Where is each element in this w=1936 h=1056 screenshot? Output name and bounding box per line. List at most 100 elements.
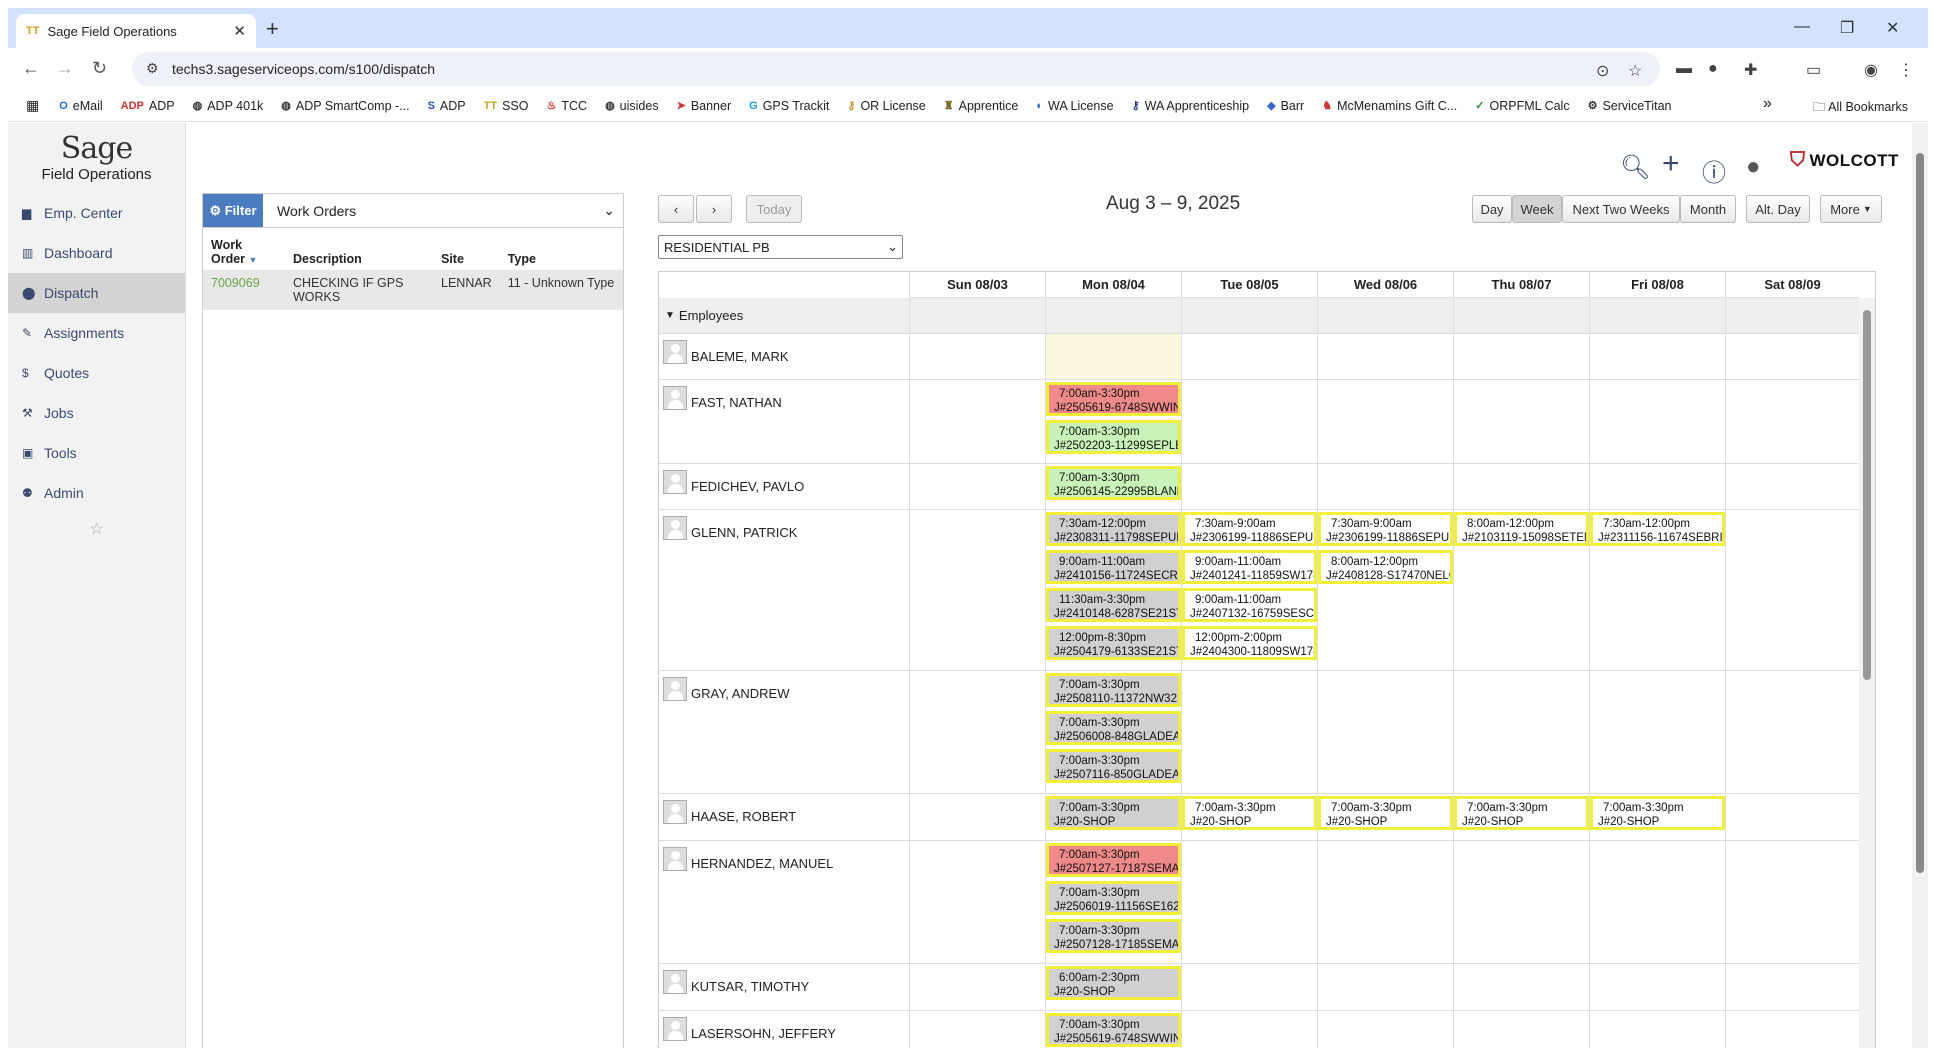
event-block[interactable]: 7:30am-12:00pm J#2308311-11798SEPUNC — [1046, 512, 1181, 546]
event-block[interactable]: 7:00am-3:30pm J#2506019-11156SE162N — [1046, 881, 1181, 915]
event-block[interactable]: 7:00am-3:30pm J#2505619-6748SWWIND — [1046, 1013, 1181, 1047]
event-block[interactable]: 7:00am-3:30pm J#2508110-11372NW321S — [1046, 673, 1181, 707]
employee-name[interactable]: KUTSAR, TIMOTHY — [663, 970, 809, 994]
event-block[interactable]: 7:30am-9:00am J#2306199-11886SEPUNC — [1318, 512, 1453, 546]
sidebar-item-dispatch[interactable]: ⬤ Dispatch — [8, 273, 185, 313]
add-icon[interactable]: + — [1662, 147, 1680, 181]
scrollbar-thumb[interactable] — [1916, 153, 1924, 873]
bookmark[interactable]: ♨ TCC — [546, 99, 587, 113]
view-day-button[interactable]: Day — [1472, 195, 1512, 223]
employee-name[interactable]: FAST, NATHAN — [663, 386, 782, 410]
bookmark[interactable]: ◍ ADP 401k — [193, 99, 264, 113]
restore-icon[interactable]: ❐ — [1840, 18, 1854, 38]
event-block[interactable]: 7:30am-12:00pm J#2311156-11674SEBRIDA — [1590, 512, 1725, 546]
event-block[interactable]: 7:00am-3:30pm J#20-SHOP — [1590, 796, 1725, 830]
minimize-icon[interactable]: — — [1794, 18, 1810, 36]
filter-button[interactable]: ⚙ Filter — [203, 194, 263, 227]
employees-group-row[interactable]: ▼ Employees — [659, 298, 1859, 334]
event-block[interactable]: 7:00am-3:30pm J#2502203-11299SEPLEAS — [1046, 420, 1181, 454]
bookmark[interactable]: ADP ADP — [121, 99, 175, 113]
favorite-star-icon[interactable]: ☆ — [8, 519, 185, 539]
event-block[interactable]: 7:00am-3:30pm J#2506008-848GLADEAVE — [1046, 711, 1181, 745]
page-scrollbar[interactable] — [1912, 123, 1928, 1048]
search-icon[interactable]: 🔍︎ — [1620, 153, 1650, 182]
event-block[interactable]: 7:30am-9:00am J#2306199-11886SEPUNC — [1182, 512, 1317, 546]
region-select[interactable]: RESIDENTIAL PB ⌄ — [658, 235, 903, 259]
browser-tab[interactable]: TT Sage Field Operations ✕ — [16, 14, 256, 48]
logo[interactable]: Sage Field Operations — [8, 123, 185, 183]
sidebar-item-jobs[interactable]: ⚒ Jobs — [8, 393, 185, 433]
bookmark[interactable]: ◍ uisides — [605, 99, 659, 113]
sidebar-item-tools[interactable]: ▣ Tools — [8, 433, 185, 473]
employee-name[interactable]: HERNANDEZ, MANUEL — [663, 847, 833, 871]
reload-icon[interactable]: ↻ — [92, 58, 107, 79]
bookmark[interactable]: ◐ WA License — [1036, 99, 1113, 113]
address-bar[interactable]: ⚙ techs3.sageserviceops.com/s100/dispatc… — [132, 52, 1660, 86]
employee-name[interactable]: LASERSOHN, JEFFERY — [663, 1017, 836, 1041]
event-block[interactable]: 7:00am-3:30pm J#20-SHOP — [1318, 796, 1453, 830]
bookmark[interactable]: G GPS Trackit — [749, 99, 829, 113]
bookmark[interactable]: ♞ McMenamins Gift C... — [1322, 99, 1457, 113]
event-block[interactable]: 9:00am-11:00am J#2407132-16759SESCOU — [1182, 588, 1317, 622]
event-block[interactable]: 7:00am-3:30pm J#2507116-850GLADEAVE — [1046, 749, 1181, 783]
event-block[interactable]: 7:00am-3:30pm J#2505619-6748SWWIND — [1046, 382, 1181, 416]
view-two-weeks-button[interactable]: Next Two Weeks — [1562, 195, 1680, 223]
cast-icon[interactable]: ▭ — [1806, 60, 1821, 80]
event-block[interactable]: 7:00am-3:30pm J#20-SHOP — [1046, 796, 1181, 830]
table-row[interactable]: 7009069 CHECKING IF GPS WORKS LENNAR 11 … — [203, 270, 623, 310]
bookmark[interactable]: ⚷ OR License — [847, 99, 925, 113]
column-header-work-order[interactable]: Work Order ▼ — [203, 234, 285, 270]
work-orders-select[interactable]: Work Orders ⌄ — [263, 194, 623, 227]
employee-name[interactable]: GLENN, PATRICK — [663, 516, 797, 540]
employee-name[interactable]: HAASE, ROBERT — [663, 800, 796, 824]
today-button[interactable]: Today — [746, 195, 802, 223]
next-button[interactable]: › — [696, 195, 732, 223]
bookmark[interactable]: ◍ ADP SmartComp -... — [281, 99, 409, 113]
event-block[interactable]: 7:00am-3:30pm J#2507127-17187SEMAPL — [1046, 843, 1181, 877]
event-block[interactable]: 7:00am-3:30pm J#20-SHOP — [1182, 796, 1317, 830]
extension-icon[interactable]: ● — [1708, 60, 1718, 78]
employee-name[interactable]: GRAY, ANDREW — [663, 677, 789, 701]
event-block[interactable]: 6:00am-2:30pm J#20-SHOP — [1046, 966, 1181, 1000]
more-bookmarks-icon[interactable]: » — [1763, 95, 1772, 113]
scrollbar-thumb[interactable] — [1863, 310, 1871, 680]
column-header-description[interactable]: Description — [285, 234, 433, 270]
bookmark[interactable]: ♜ Apprentice — [944, 99, 1019, 113]
back-icon[interactable]: ← — [22, 58, 40, 79]
view-month-button[interactable]: Month — [1680, 195, 1736, 223]
calendar-scrollbar[interactable] — [1859, 298, 1875, 1048]
bookmark[interactable]: ➤ Banner — [677, 99, 732, 113]
event-block[interactable]: 7:00am-3:30pm J#2507128-17185SEMAPL — [1046, 919, 1181, 953]
bookmark[interactable]: OeMail — [59, 99, 102, 113]
bookmark[interactable]: TT SSO — [484, 99, 529, 113]
column-header-site[interactable]: Site — [433, 234, 500, 270]
event-block[interactable]: 9:00am-11:00am J#2401241-11859SW178T — [1182, 550, 1317, 584]
bookmark[interactable]: ⚙ ServiceTitan — [1588, 99, 1672, 113]
apps-icon[interactable]: ▦ — [26, 97, 39, 114]
view-week-button[interactable]: Week — [1512, 195, 1562, 223]
bookmark[interactable]: S ADP — [428, 99, 466, 113]
puzzle-icon[interactable]: ✚ — [1744, 60, 1757, 80]
menu-icon[interactable]: ⋮ — [1898, 60, 1914, 80]
close-window-icon[interactable]: ✕ — [1886, 18, 1899, 38]
more-button[interactable]: More ▼ — [1820, 195, 1882, 223]
forward-icon[interactable]: → — [56, 58, 74, 79]
sidebar-item-dashboard[interactable]: ▥ Dashboard — [8, 233, 185, 273]
close-tab-icon[interactable]: ✕ — [233, 22, 246, 40]
sidebar-item-admin[interactable]: ⚉ Admin — [8, 473, 185, 513]
prev-button[interactable]: ‹ — [658, 195, 694, 223]
event-block[interactable]: 8:00am-12:00pm J#2103119-15098SETEND — [1454, 512, 1589, 546]
location-icon[interactable]: ⊙ — [1596, 61, 1609, 81]
card-icon[interactable]: ▬ — [1676, 60, 1692, 78]
bookmark[interactable]: ⚷ WA Apprenticeship — [1132, 99, 1250, 113]
event-block[interactable]: 9:00am-11:00am J#2410156-11724SECROV — [1046, 550, 1181, 584]
event-block[interactable]: 8:00am-12:00pm J#2408128-S17470NELOC — [1318, 550, 1453, 584]
event-block[interactable]: 7:00am-3:30pm J#20-SHOP — [1454, 796, 1589, 830]
work-order-link[interactable]: 7009069 — [203, 270, 285, 310]
alt-day-button[interactable]: Alt. Day — [1746, 195, 1810, 223]
bookmark-star-icon[interactable]: ☆ — [1628, 61, 1642, 81]
event-block[interactable]: 11:30am-3:30pm J#2410148-6287SE21STST — [1046, 588, 1181, 622]
column-header-type[interactable]: Type — [500, 234, 623, 270]
employee-name[interactable]: BALEME, MARK — [663, 340, 789, 364]
event-block[interactable]: 12:00pm-8:30pm J#2504179-6133SE21STST — [1046, 626, 1181, 660]
